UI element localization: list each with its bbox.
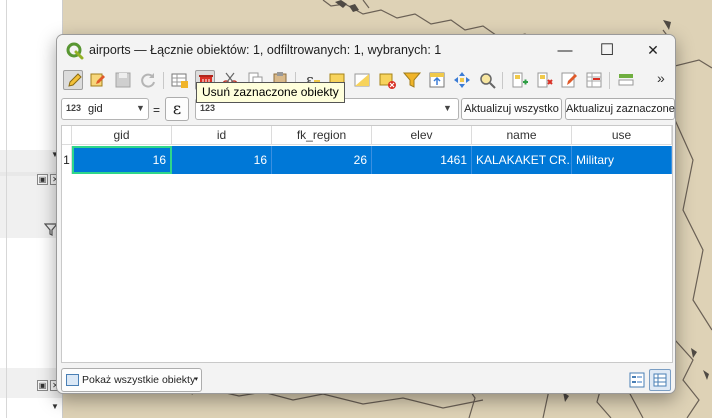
value-type-label: 123 — [200, 103, 216, 113]
column-header-name[interactable]: name — [472, 126, 572, 145]
float-panel-icon[interactable]: ▣ — [37, 380, 48, 391]
panel-border — [6, 0, 7, 418]
equals-label: = — [153, 103, 161, 117]
toolbar-separator — [502, 72, 503, 89]
filter-icon[interactable] — [402, 70, 422, 90]
panel-area-top — [0, 0, 62, 150]
multi-edit-icon[interactable] — [88, 70, 108, 90]
toolbar-separator — [609, 72, 610, 89]
show-features-dropdown[interactable]: Pokaż wszystkie obiekty ▾ — [61, 368, 202, 392]
maximize-button[interactable]: ☐ — [585, 38, 629, 63]
dock-icon[interactable] — [616, 70, 636, 90]
table-cell-fk-region[interactable]: 26 — [272, 146, 372, 174]
deselect-icon[interactable] — [377, 70, 397, 90]
column-header-id[interactable]: id — [172, 126, 272, 145]
update-all-button[interactable]: Aktualizuj wszystko — [461, 98, 562, 120]
conditional-format-icon[interactable] — [584, 70, 604, 90]
reload-icon[interactable] — [138, 70, 158, 90]
layers-panel: ▼ ▣ ✕ ▣ ✕ ▼ — [0, 0, 63, 418]
column-header-elev[interactable]: elev — [372, 126, 472, 145]
delete-selected-tooltip: Usuń zaznaczone obiekty — [196, 82, 345, 103]
add-feature-icon[interactable] — [170, 70, 190, 90]
table-cell-elev[interactable]: 1461 — [372, 146, 472, 174]
qgis-logo-icon — [66, 42, 84, 60]
move-selection-top-icon[interactable] — [427, 70, 447, 90]
table-icon — [66, 374, 79, 386]
field-update-bar: 123 gid ▼ = ε 123 ▼ Aktualizuj wszystko … — [57, 97, 675, 123]
field-select-value: gid — [88, 103, 103, 115]
toolbar: ε » — [57, 66, 675, 94]
table-view-icon[interactable] — [649, 369, 671, 391]
chevron-down-icon[interactable]: ▼ — [443, 103, 452, 113]
show-features-label: Pokaż wszystkie obiekty — [82, 374, 196, 386]
delete-field-icon[interactable] — [534, 70, 554, 90]
table-cell-name[interactable]: KALAKAKET CR... — [472, 146, 572, 174]
attribute-table-dialog: airports — Łącznie obiektów: 1, odfiltro… — [56, 34, 676, 394]
row-header[interactable]: 1 — [62, 146, 72, 174]
save-icon[interactable] — [113, 70, 133, 90]
window-title: airports — Łącznie obiektów: 1, odfiltro… — [89, 43, 442, 57]
status-bar: Pokaż wszystkie obiekty ▾ — [57, 365, 675, 393]
new-field-icon[interactable] — [509, 70, 529, 90]
toolbar-separator — [163, 72, 164, 89]
toolbar-overflow-button[interactable]: » — [657, 70, 665, 86]
form-view-icon[interactable] — [627, 370, 647, 390]
attribute-table[interactable]: gid id fk_region elev name use 1 16 16 2… — [61, 125, 673, 363]
table-cell-use[interactable]: Military — [572, 146, 672, 174]
column-header-fk-region[interactable]: fk_region — [272, 126, 372, 145]
minimize-button[interactable]: — — [543, 38, 587, 63]
integer-type-icon: 123 — [66, 103, 82, 113]
field-select[interactable]: 123 gid ▼ — [61, 98, 149, 120]
scroll-down-icon[interactable]: ▼ — [50, 402, 60, 412]
close-button[interactable]: ✕ — [631, 38, 675, 63]
update-selected-button[interactable]: Aktualizuj zaznaczone — [565, 98, 675, 120]
pan-to-selection-icon[interactable] — [452, 70, 472, 90]
column-header-gid[interactable]: gid — [72, 126, 172, 145]
chevron-down-icon: ▼ — [136, 103, 145, 113]
field-calculator-icon[interactable] — [559, 70, 579, 90]
table-cell-id[interactable]: 16 — [172, 146, 272, 174]
table-cell-gid[interactable]: 16 — [72, 146, 172, 174]
zoom-to-selection-icon[interactable] — [477, 70, 497, 90]
column-header-use[interactable]: use — [572, 126, 672, 145]
panel-area-middle — [0, 238, 62, 368]
corner-header[interactable] — [62, 126, 72, 145]
expression-button[interactable]: ε — [165, 97, 189, 121]
float-panel-icon[interactable]: ▣ — [37, 174, 48, 185]
chevron-down-icon: ▾ — [194, 376, 198, 383]
pencil-edit-icon[interactable] — [63, 70, 83, 90]
invert-selection-icon[interactable] — [352, 70, 372, 90]
title-bar[interactable]: airports — Łącznie obiektów: 1, odfiltro… — [57, 35, 675, 66]
